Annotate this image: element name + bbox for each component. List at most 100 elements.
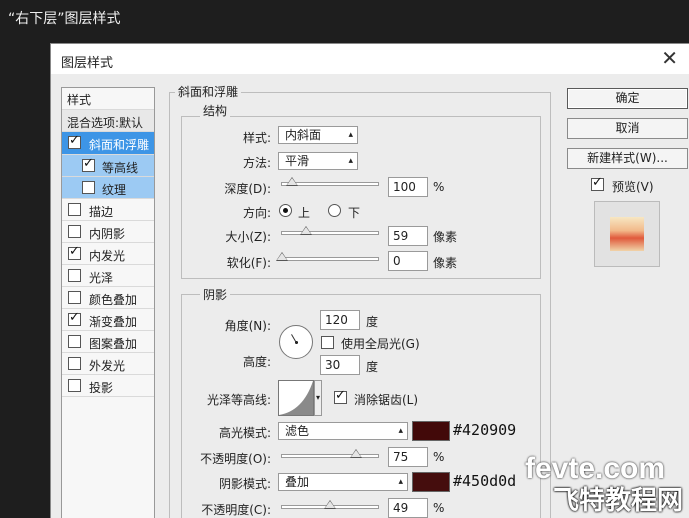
updown-icon: ▴ <box>398 477 403 487</box>
altitude-label: 高度: <box>242 355 271 369</box>
checkbox-color-overlay[interactable] <box>68 291 81 304</box>
style-item-stroke[interactable]: 描边 <box>62 199 154 221</box>
shadow-opacity-label: 不透明度(C): <box>201 503 271 517</box>
close-icon[interactable]: ✕ <box>661 46 678 70</box>
angle-label: 角度(N): <box>224 319 271 333</box>
checkbox-inner-shadow[interactable] <box>68 225 81 238</box>
style-item-pattern-overlay[interactable]: 图案叠加 <box>62 331 154 353</box>
size-input[interactable]: 59 <box>388 226 428 246</box>
size-label: 大小(Z): <box>225 230 271 244</box>
dialog-titlebar: 图层样式 ✕ <box>51 44 689 74</box>
style-item-color-overlay[interactable]: 颜色叠加 <box>62 287 154 309</box>
bevel-emboss-title: 斜面和浮雕 <box>175 83 242 100</box>
size-unit: 像素 <box>433 230 458 244</box>
angle-input[interactable]: 120 <box>320 310 360 330</box>
direction-up-radio[interactable] <box>279 204 292 217</box>
ok-button[interactable]: 确定 <box>567 88 688 109</box>
method-dropdown[interactable]: 平滑 ▴ <box>278 152 358 170</box>
window-caption: “右下层”图层样式 <box>8 11 121 27</box>
structure-title: 结构 <box>200 102 231 119</box>
style-item-gradient-overlay[interactable]: 渐变叠加 <box>62 309 154 331</box>
shading-title: 阴影 <box>200 286 231 303</box>
watermark-site-name: 飞特教程网 <box>553 486 684 516</box>
angle-dial[interactable] <box>279 325 313 359</box>
highlight-mode-dropdown[interactable]: 滤色 ▴ <box>278 422 408 440</box>
global-light-checkbox[interactable] <box>321 336 334 349</box>
global-light-label: 使用全局光(G) <box>341 337 420 351</box>
updown-icon: ▴ <box>398 426 403 436</box>
style-list-header: 样式 <box>62 88 154 110</box>
style-item-satin[interactable]: 光泽 <box>62 265 154 287</box>
highlight-opacity-knob[interactable] <box>349 449 362 458</box>
depth-input[interactable]: 100 <box>388 177 428 197</box>
style-item-outer-glow[interactable]: 外发光 <box>62 353 154 375</box>
gloss-contour-label: 光泽等高线: <box>206 393 271 407</box>
contour-dropdown-arrow-icon[interactable]: ▾ <box>314 380 322 416</box>
highlight-color-swatch[interactable] <box>412 421 450 441</box>
checkbox-bevel[interactable] <box>68 133 81 149</box>
shadow-hex-label: #450d0d <box>453 472 517 490</box>
soften-unit: 像素 <box>433 256 458 270</box>
preview-swatch <box>610 217 644 251</box>
checkbox-drop-shadow[interactable] <box>68 379 81 392</box>
depth-unit: % <box>433 180 445 194</box>
checkbox-stroke[interactable] <box>68 203 81 216</box>
contour-curve-icon <box>279 381 313 415</box>
altitude-unit: 度 <box>366 360 379 374</box>
shadow-opacity-input[interactable]: 49 <box>388 498 428 518</box>
depth-slider-knob[interactable] <box>285 177 298 186</box>
soften-slider-knob[interactable] <box>276 252 288 261</box>
shadow-opacity-slider[interactable] <box>281 500 379 509</box>
shadow-mode-label: 阴影模式: <box>218 477 271 491</box>
dialog-title: 图层样式 <box>61 56 114 71</box>
shadow-opacity-unit: % <box>433 501 445 515</box>
checkbox-satin[interactable] <box>68 269 81 282</box>
style-item-inner-glow[interactable]: 内发光 <box>62 243 154 265</box>
style-item-bevel-emboss[interactable]: 斜面和浮雕 <box>62 132 154 155</box>
checkbox-pattern-overlay[interactable] <box>68 335 81 348</box>
method-label: 方法: <box>242 156 271 170</box>
style-label: 样式: <box>242 131 271 145</box>
soften-input[interactable]: 0 <box>388 251 428 271</box>
cancel-button[interactable]: 取消 <box>567 118 688 139</box>
style-item-contour[interactable]: 等高线 <box>62 155 154 177</box>
shadow-color-swatch[interactable] <box>412 472 450 492</box>
style-list: 样式 混合选项:默认 斜面和浮雕 等高线 纹理 描边 内阴影 内发光 光泽 颜色… <box>61 87 155 518</box>
direction-down-radio[interactable] <box>328 204 341 217</box>
checkbox-texture[interactable] <box>82 181 95 194</box>
size-slider[interactable] <box>281 226 379 235</box>
depth-label: 深度(D): <box>224 182 271 196</box>
angle-unit: 度 <box>366 315 379 329</box>
checkbox-contour[interactable] <box>82 156 95 172</box>
style-item-drop-shadow[interactable]: 投影 <box>62 375 154 397</box>
checkbox-inner-glow[interactable] <box>68 244 81 260</box>
style-item-texture[interactable]: 纹理 <box>62 177 154 199</box>
updown-icon: ▴ <box>348 156 353 166</box>
antialias-label: 消除锯齿(L) <box>354 393 419 407</box>
preview-label: 预览(V) <box>612 180 654 194</box>
updown-icon: ▴ <box>348 130 353 140</box>
shadow-opacity-knob[interactable] <box>324 500 337 509</box>
highlight-opacity-slider[interactable] <box>281 449 379 458</box>
soften-slider[interactable] <box>276 252 379 261</box>
style-item-blending-options[interactable]: 混合选项:默认 <box>62 110 154 132</box>
gloss-contour-picker[interactable] <box>278 380 314 416</box>
direction-up-label: 上 <box>298 206 311 220</box>
highlight-hex-label: #420909 <box>453 421 517 439</box>
soften-label: 软化(F): <box>226 256 271 270</box>
preview-checkbox[interactable] <box>591 175 604 191</box>
highlight-mode-label: 高光模式: <box>218 426 271 440</box>
preview-thumbnail <box>594 201 660 267</box>
shadow-mode-dropdown[interactable]: 叠加 ▴ <box>278 473 408 491</box>
size-slider-knob[interactable] <box>299 226 312 235</box>
checkbox-outer-glow[interactable] <box>68 357 81 370</box>
new-style-button[interactable]: 新建样式(W)... <box>567 148 688 169</box>
style-dropdown[interactable]: 内斜面 ▴ <box>278 126 358 144</box>
highlight-opacity-unit: % <box>433 450 445 464</box>
style-item-inner-shadow[interactable]: 内阴影 <box>62 221 154 243</box>
antialias-checkbox[interactable] <box>334 388 347 404</box>
highlight-opacity-input[interactable]: 75 <box>388 447 428 467</box>
checkbox-gradient-overlay[interactable] <box>68 310 81 326</box>
depth-slider[interactable] <box>281 177 379 186</box>
altitude-input[interactable]: 30 <box>320 355 360 375</box>
